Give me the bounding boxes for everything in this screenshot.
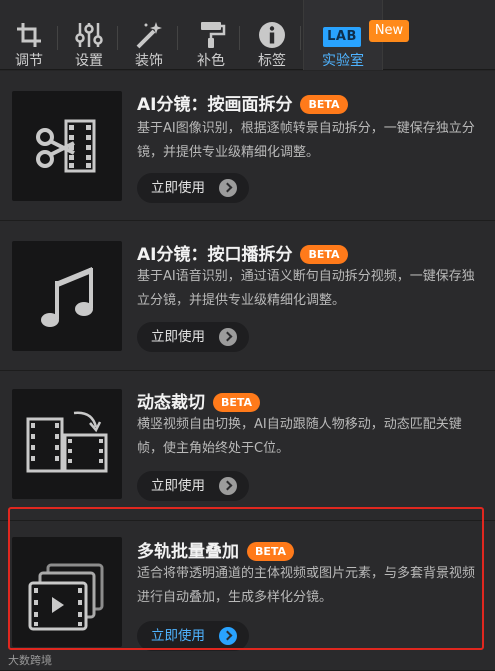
- arrow-right-icon: [219, 627, 237, 645]
- feature-description: 适合将带透明通道的主体视频或图片元素，与多套背景视频进行自动叠加，生成多样化分镜…: [137, 566, 476, 605]
- feature-card-voice-split: AI分镜：按口播拆分 BETA 基于AI语音识别，通过语义断句自动拆分视频，一键保…: [0, 221, 495, 371]
- feature-title-text: AI分镜：按画面拆分: [137, 95, 293, 115]
- use-now-button[interactable]: 立即使用: [137, 173, 249, 203]
- use-now-label: 立即使用: [151, 478, 205, 494]
- use-now-label: 立即使用: [151, 329, 205, 345]
- feature-card-scene-split: AI分镜：按画面拆分 BETA 基于AI图像识别，根据逐帧转景自动拆分，一键保存独…: [0, 71, 495, 221]
- tab-label: 实验室: [322, 53, 364, 69]
- feature-description: 横竖视频自由切换，AI自动跟随人物移动，动态匹配关键帧，使主角始终处于C位。: [137, 417, 462, 456]
- use-now-button[interactable]: 立即使用: [137, 471, 249, 501]
- arrow-right-icon: [219, 328, 237, 346]
- tab-label: 标签: [258, 53, 286, 69]
- tab-label: 补色: [197, 53, 225, 69]
- beta-badge: BETA: [300, 245, 348, 264]
- info-icon: [259, 22, 285, 48]
- feature-description: 基于AI图像识别，根据逐帧转景自动拆分，一键保存独立分镜，并提供专业级精细化调整…: [137, 121, 475, 160]
- tab-label: 装饰: [135, 53, 163, 69]
- stacked-video-icon: [28, 563, 104, 631]
- feature-thumbnail: [12, 537, 122, 647]
- feature-thumbnail: [12, 389, 122, 499]
- tab-tags[interactable]: 标签: [243, 0, 301, 70]
- use-now-button[interactable]: 立即使用: [137, 621, 249, 651]
- feature-title-text: AI分镜：按口播拆分: [137, 245, 293, 265]
- music-note-icon: [41, 267, 93, 327]
- feature-thumbnail: [12, 91, 122, 201]
- beta-badge: BETA: [247, 542, 295, 561]
- feature-title: AI分镜：按口播拆分 BETA: [137, 240, 348, 265]
- arrow-right-icon: [219, 179, 237, 197]
- tab-decorate[interactable]: 装饰: [120, 0, 178, 70]
- crop-icon: [17, 23, 41, 47]
- feature-card-dynamic-crop: 动态裁切 BETA 横竖视频自由切换，AI自动跟随人物移动，动态匹配关键帧，使主角…: [0, 371, 495, 521]
- dynamic-crop-icon: [26, 411, 108, 473]
- use-now-button[interactable]: 立即使用: [137, 322, 249, 352]
- feature-thumbnail: [12, 241, 122, 351]
- tab-label: 设置: [75, 53, 103, 69]
- beta-badge: BETA: [300, 95, 348, 114]
- paint-roller-icon: [201, 22, 226, 48]
- lab-icon: LAB: [323, 27, 361, 47]
- sliders-icon: [75, 23, 103, 47]
- feature-title-text: 动态裁切: [137, 393, 205, 413]
- use-now-label: 立即使用: [151, 628, 205, 644]
- tab-label: 调节: [15, 53, 43, 69]
- magic-wand-icon: [136, 22, 162, 49]
- tool-tab-bar: 调节 设置 装饰 补色 标签 LAB 实验室: [0, 0, 495, 70]
- new-badge: New: [369, 20, 409, 42]
- feature-title-text: 多轨批量叠加: [137, 542, 239, 562]
- beta-badge: BETA: [213, 393, 261, 412]
- tab-settings[interactable]: 设置: [60, 0, 118, 70]
- tab-color[interactable]: 补色: [182, 0, 240, 70]
- feature-title: 动态裁切 BETA: [137, 388, 261, 413]
- feature-title: AI分镜：按画面拆分 BETA: [137, 90, 348, 115]
- feature-title: 多轨批量叠加 BETA: [137, 537, 295, 562]
- scissors-film-icon: [36, 119, 96, 173]
- watermark: 大数跨境: [8, 654, 52, 667]
- feature-card-multitrack-overlay: 多轨批量叠加 BETA 适合将带透明通道的主体视频或图片元素，与多套背景视频进行自…: [0, 521, 495, 671]
- arrow-right-icon: [219, 477, 237, 495]
- tab-adjust[interactable]: 调节: [0, 0, 58, 70]
- feature-description: 基于AI语音识别，通过语义断句自动拆分视频，一键保存独立分镜，并提供专业级精细化…: [137, 269, 475, 308]
- use-now-label: 立即使用: [151, 180, 205, 196]
